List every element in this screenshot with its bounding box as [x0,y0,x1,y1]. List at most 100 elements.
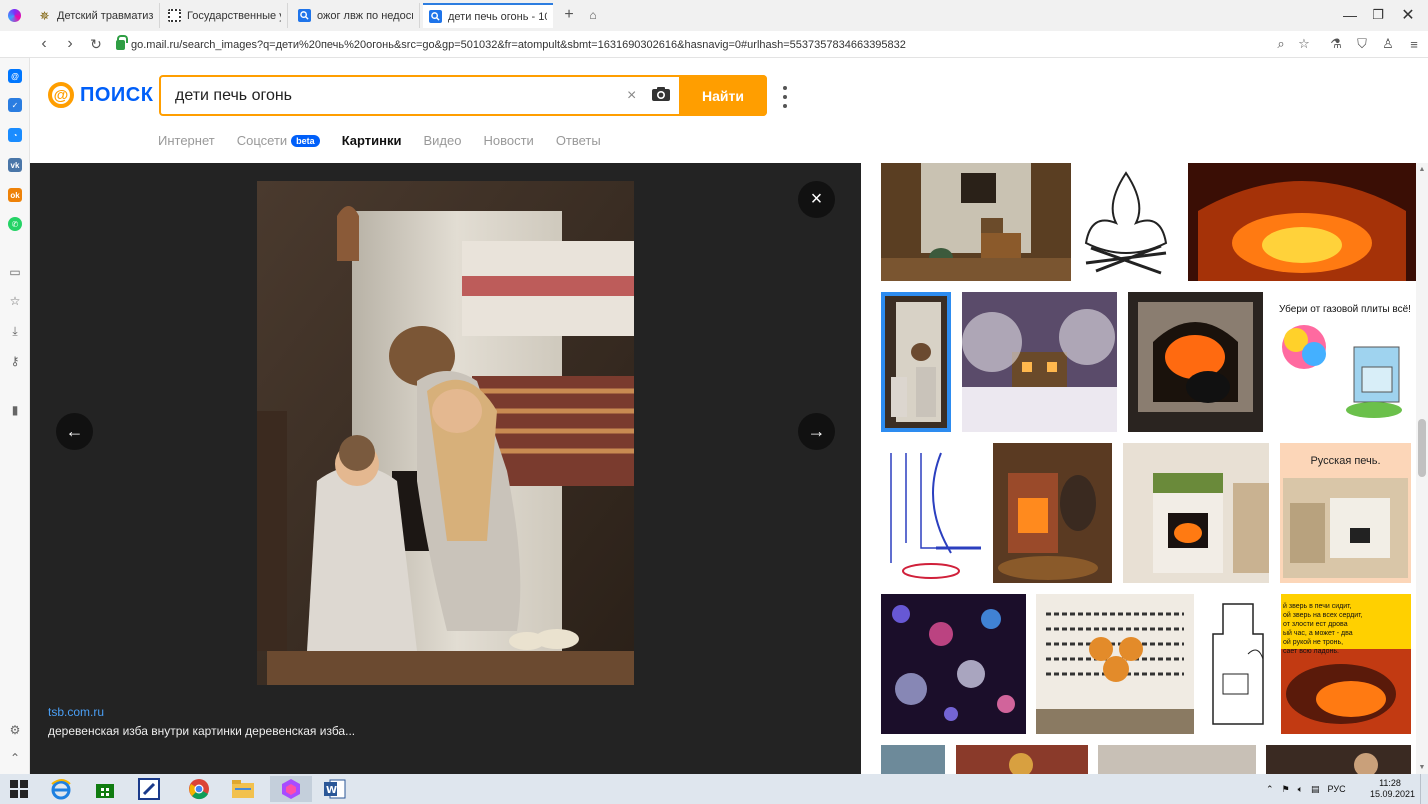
zoom-icon[interactable]: ⌕ [1272,35,1290,53]
passwords-icon[interactable]: ⚷ [7,353,23,369]
image-viewer: × ← → tsb.com.ru деревенская изба внутри… [30,163,861,774]
result-thumbnail[interactable] [1266,745,1411,774]
forward-icon[interactable]: › [60,34,80,54]
close-viewer-button[interactable]: × [798,181,835,218]
prev-image-button[interactable]: ← [56,413,93,450]
clock[interactable]: 11:28 15.09.2021 [1370,778,1415,800]
word-icon[interactable]: W [318,776,352,802]
tray-overflow-icon[interactable]: ⌃ [1266,784,1274,795]
tab-3[interactable]: ожог лвж по недосмо [292,3,420,28]
tab-active[interactable]: дети печь огонь - 10 т [423,3,553,28]
logo-at-icon: @ [48,82,74,108]
stats-icon[interactable]: ▮ [7,402,23,418]
tab-label: Видео [423,133,462,148]
explorer-icon[interactable] [226,776,260,802]
ie-icon[interactable] [44,776,78,802]
tab-video[interactable]: Видео [424,133,462,148]
vk-icon[interactable]: vk [8,158,22,172]
scrollbar-thumb[interactable] [1418,419,1426,477]
extensions-icon[interactable]: ⚗ [1327,35,1345,53]
app-icon[interactable] [132,776,166,802]
network-icon[interactable]: ▤ [1311,784,1320,795]
main-image[interactable] [257,181,634,685]
result-thumbnail[interactable] [1128,292,1263,432]
search-button[interactable]: Найти [679,75,767,116]
result-thumbnail[interactable] [881,594,1026,734]
reading-list-icon[interactable]: ▭ [7,264,23,280]
show-desktop-button[interactable] [1420,774,1428,804]
result-thumbnail[interactable] [881,443,983,583]
result-thumbnail[interactable] [962,292,1117,432]
tab-images[interactable]: Картинки [342,133,402,148]
tab-answers[interactable]: Ответы [556,133,601,148]
lock-icon [116,34,128,50]
result-thumbnail[interactable] [881,163,1071,281]
tab-label: Новости [483,133,534,148]
atom-browser-icon[interactable] [270,776,312,802]
clear-icon[interactable]: × [627,87,636,105]
browser-logo-icon[interactable] [8,9,21,22]
back-icon[interactable]: ‹ [34,34,54,54]
window-close-icon[interactable]: ✕ [1396,4,1420,26]
tab-1[interactable]: ✵ Детский травматизм: с [32,3,160,28]
result-thumbnail[interactable]: й зверь в печи сидит, ой зверь на всех с… [1281,594,1411,734]
incognito-icon[interactable]: ⌂ [583,5,603,25]
result-thumbnail-selected[interactable] [881,292,951,432]
tab-social[interactable]: Соцсети beta [237,133,320,148]
volume-icon[interactable]: 🔈︎ [1298,784,1303,795]
result-thumbnail[interactable] [1076,163,1176,281]
mail-search-logo[interactable]: @ ПОИСК [48,82,153,108]
logo-text: ПОИСК [80,83,154,106]
search-vertical-tabs: Интернет Соцсети beta Картинки Видео Ново… [158,133,601,148]
result-thumbnail[interactable] [1036,594,1194,734]
start-icon[interactable] [2,776,36,802]
profile-icon[interactable]: ♙ [1379,35,1397,53]
result-thumbnail[interactable] [1188,163,1416,281]
shield-icon[interactable]: ⛉ [1353,35,1371,53]
gear-icon: ✵ [39,8,50,23]
url-field[interactable]: go.mail.ru/search_images?q=дети%20печь%2… [116,34,1316,55]
tab-bar: ✵ Детский травматизм: с Государственные … [0,0,1428,31]
page-scrollbar[interactable]: ▲ ▼ [1416,163,1428,774]
restore-icon[interactable]: ❐ [1366,4,1390,26]
result-thumbnail[interactable]: Убери от газовой плиты всё! [1274,292,1416,432]
settings-icon[interactable]: ⚙ [7,722,23,738]
reload-icon[interactable]: ↻ [86,34,106,54]
menu-icon[interactable]: ≡ [1405,35,1423,53]
minimize-icon[interactable]: — [1338,4,1362,26]
result-thumbnail[interactable] [1098,745,1256,774]
flag-icon[interactable]: ⚑ [1282,784,1290,795]
next-image-button[interactable]: → [798,413,835,450]
result-thumbnail[interactable] [956,745,1088,774]
tab-news[interactable]: Новости [483,133,533,148]
scroll-down-icon[interactable]: ▼ [1418,763,1426,771]
scroll-up-icon[interactable]: ▲ [1418,165,1426,173]
camera-icon[interactable] [651,86,671,102]
result-thumbnail[interactable] [993,443,1112,583]
mail-icon[interactable]: @ [8,69,22,83]
chrome-icon[interactable] [182,776,216,802]
beta-badge: beta [291,134,320,147]
search-input[interactable] [173,85,613,106]
favorites-icon[interactable]: ☆ [7,293,23,309]
tab-2[interactable]: Государственные учре [162,3,288,28]
collapse-icon[interactable]: ⌃ [7,750,23,766]
result-thumbnail[interactable]: Русская печь. [1280,443,1411,583]
new-tab-icon[interactable]: + [559,5,579,25]
ok-icon[interactable]: ok [8,188,22,202]
result-thumbnail[interactable] [1123,443,1269,583]
poem-line: ой зверь на всех сердит, [1283,612,1363,619]
whatsapp-icon[interactable]: ✆ [8,217,22,231]
image-source-link[interactable]: tsb.com.ru [48,705,104,719]
calendar-icon[interactable]: ✓ [8,98,22,112]
downloads-icon[interactable]: ⤓ [7,323,23,339]
tab-internet[interactable]: Интернет [158,133,215,148]
store-icon[interactable] [88,776,122,802]
messenger-icon[interactable]: ◔ [8,128,22,142]
bookmark-star-icon[interactable]: ☆ [1295,35,1313,53]
result-thumbnail[interactable] [881,745,945,774]
result-thumbnail[interactable] [1203,594,1273,734]
language-indicator[interactable]: РУС [1328,784,1346,794]
tab-label: Государственные учре [187,9,281,22]
more-options-icon[interactable] [781,86,789,108]
